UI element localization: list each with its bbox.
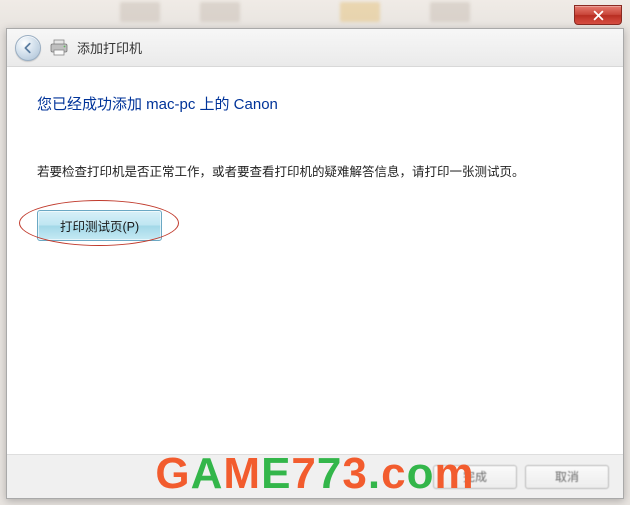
add-printer-wizard: 添加打印机 您已经成功添加 mac-pc 上的 Canon 若要检查打印机是否正… bbox=[6, 28, 624, 499]
back-arrow-icon bbox=[21, 41, 35, 55]
printer-icon bbox=[49, 39, 69, 57]
wizard-title: 添加打印机 bbox=[77, 38, 142, 57]
cancel-button[interactable]: 取消 bbox=[525, 465, 609, 489]
parent-window-titlebar bbox=[0, 0, 630, 30]
finish-button[interactable]: 完成 bbox=[433, 465, 517, 489]
close-icon bbox=[593, 10, 604, 21]
success-heading: 您已经成功添加 mac-pc 上的 Canon bbox=[37, 93, 593, 114]
wizard-footer: 完成 取消 bbox=[7, 454, 623, 498]
wizard-content: 您已经成功添加 mac-pc 上的 Canon 若要检查打印机是否正常工作，或者… bbox=[7, 67, 623, 454]
print-test-page-button[interactable]: 打印测试页(P) bbox=[37, 210, 162, 241]
wizard-header: 添加打印机 bbox=[7, 29, 623, 67]
window-close-button[interactable] bbox=[574, 5, 622, 25]
instruction-text: 若要检查打印机是否正常工作，或者要查看打印机的疑难解答信息，请打印一张测试页。 bbox=[37, 162, 593, 182]
back-button[interactable] bbox=[15, 35, 41, 61]
